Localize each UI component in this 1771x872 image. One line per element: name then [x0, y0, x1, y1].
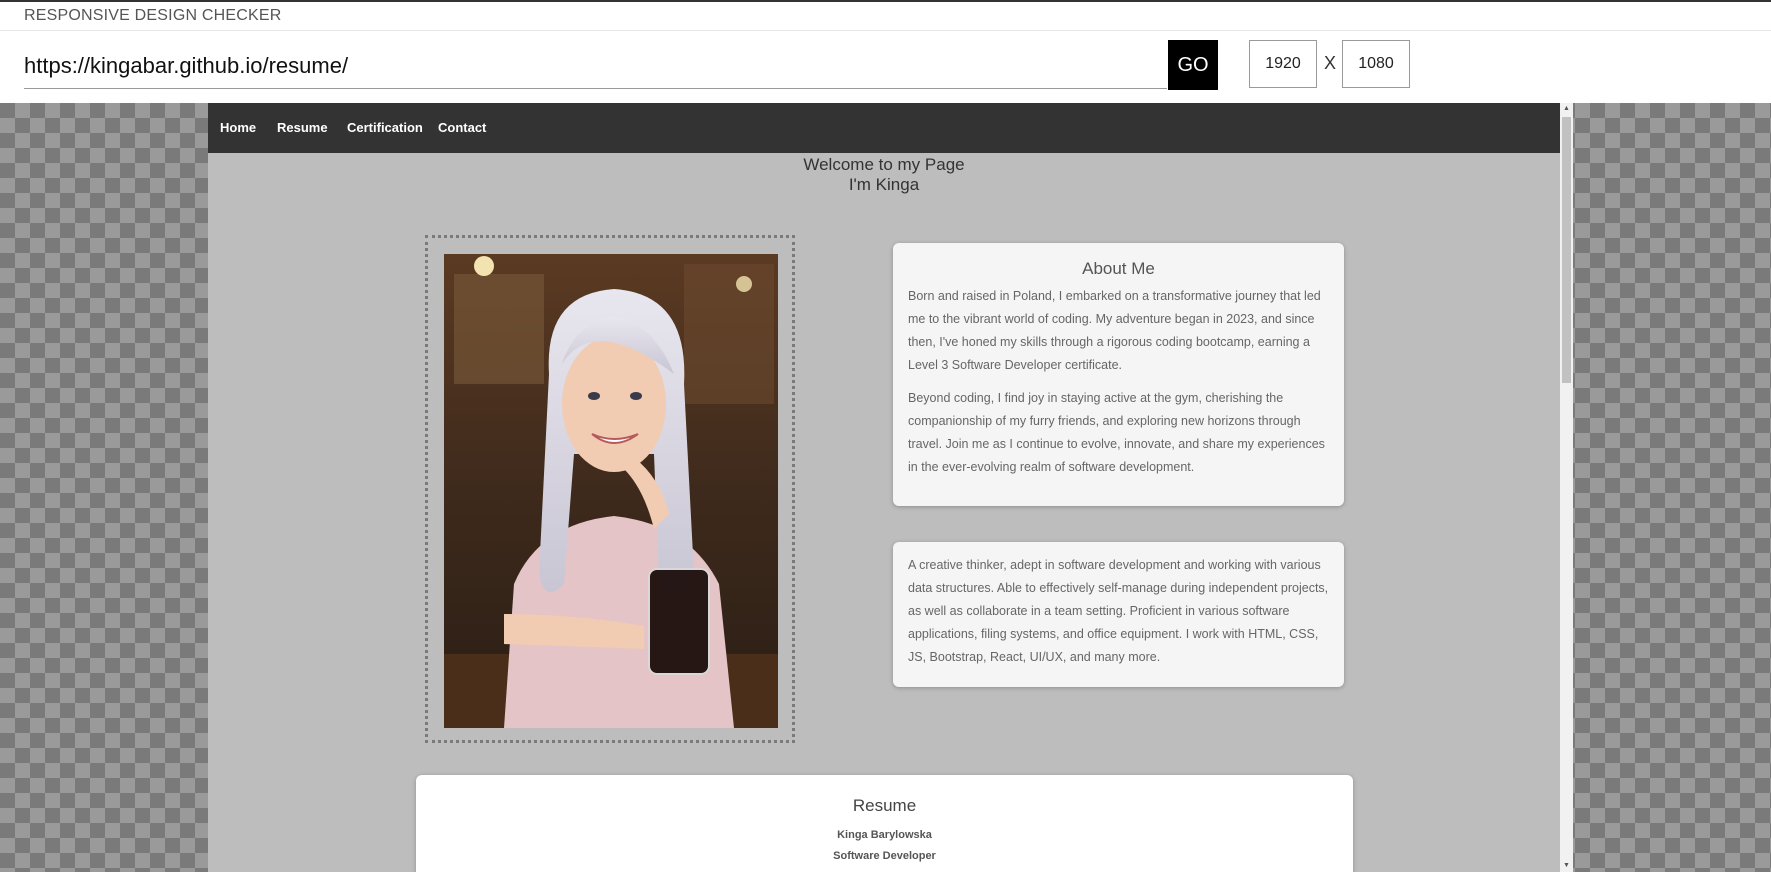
nav-contact[interactable]: Contact: [438, 120, 486, 135]
resume-role: Software Developer: [833, 850, 936, 862]
about-me-paragraph: Beyond coding, I find joy in staying act…: [908, 391, 1325, 474]
about-me-card: About Me Born and raised in Poland, I em…: [893, 243, 1344, 506]
preview-frame[interactable]: Home Resume Certification Contact Welcom…: [208, 103, 1573, 872]
about-me-heading: About Me: [1082, 259, 1155, 278]
nav-resume[interactable]: Resume: [277, 120, 328, 135]
profile-photo-frame: [425, 235, 795, 743]
about-me-paragraph: Born and raised in Poland, I embarked on…: [908, 289, 1321, 372]
nav-certification[interactable]: Certification: [347, 120, 423, 135]
welcome-heading: Welcome to my Page I'm Kinga: [208, 155, 1560, 195]
top-border: [0, 0, 1771, 2]
resume-name: Kinga Barylowska: [837, 829, 932, 841]
go-button[interactable]: GO: [1168, 40, 1218, 90]
url-input[interactable]: [24, 44, 1167, 89]
app-title: RESPONSIVE DESIGN CHECKER: [24, 7, 282, 24]
scroll-up-arrow-icon[interactable]: ▲: [1560, 103, 1573, 115]
nav-home[interactable]: Home: [220, 120, 256, 135]
resume-heading: Resume: [852, 796, 917, 815]
title-divider: [0, 30, 1771, 31]
site-navbar: Home Resume Certification Contact: [208, 103, 1560, 153]
vertical-scrollbar[interactable]: ▲ ▼: [1560, 103, 1573, 872]
height-input[interactable]: [1342, 40, 1410, 88]
summary-text: A creative thinker, adept in software de…: [908, 558, 1329, 664]
scrollbar-thumb[interactable]: [1562, 117, 1571, 383]
dimension-separator: X: [1324, 53, 1337, 73]
summary-card: A creative thinker, adept in software de…: [893, 542, 1344, 687]
profile-photo: [444, 254, 778, 728]
scroll-down-arrow-icon[interactable]: ▼: [1560, 860, 1573, 872]
welcome-name: I'm Kinga: [848, 175, 920, 194]
width-input[interactable]: [1249, 40, 1317, 88]
welcome-line: Welcome to my Page: [803, 155, 965, 174]
resume-card: Resume Kinga Barylowska Software Develop…: [416, 775, 1353, 872]
